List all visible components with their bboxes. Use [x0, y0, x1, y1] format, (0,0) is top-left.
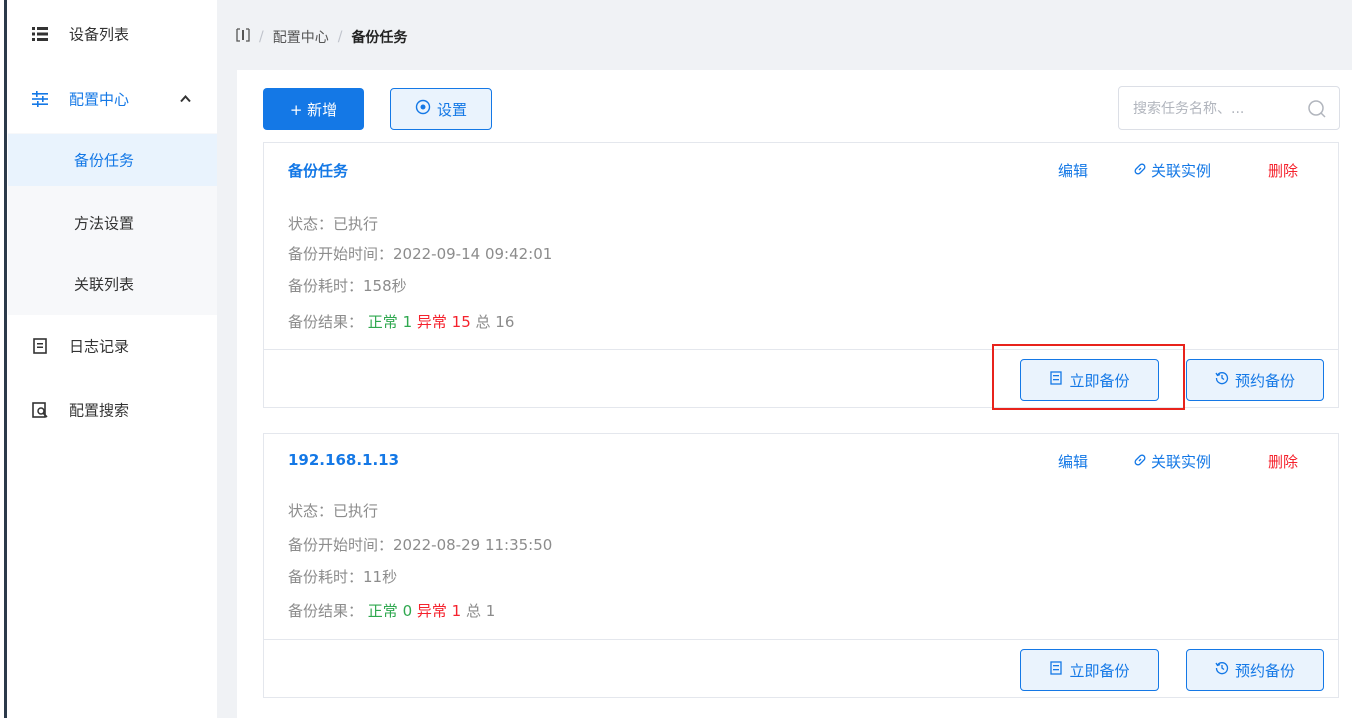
task-title[interactable]: 192.168.1.13 [288, 451, 399, 469]
sidebar-item-method-settings[interactable]: 方法设置 [8, 197, 217, 249]
link-icon [1133, 162, 1147, 180]
sidebar-item-association-list[interactable]: 关联列表 [8, 258, 217, 310]
link-instance-label: 关联实例 [1151, 162, 1212, 180]
link-instance-label: 关联实例 [1151, 453, 1212, 471]
result-abnormal: 异常 1 [416, 602, 462, 620]
sidebar-item-label: 配置中心 [69, 90, 130, 109]
settings-button[interactable]: 设置 [390, 88, 492, 130]
status-text: 状态：已执行 [288, 215, 379, 233]
sidebar-item-device-list[interactable]: 设备列表 [8, 8, 217, 60]
list-icon [32, 26, 48, 42]
search-input[interactable]: 搜索任务名称、... [1118, 86, 1340, 130]
settings-icon [415, 99, 431, 119]
link-instance-link[interactable]: 关联实例 [1133, 451, 1211, 472]
history-icon [1215, 371, 1229, 389]
chevron-up-icon[interactable] [180, 93, 191, 106]
status-text: 状态：已执行 [288, 502, 379, 520]
sidebar-item-label: 关联列表 [74, 275, 135, 294]
backup-now-button[interactable]: 立即备份 [1020, 649, 1159, 691]
schedule-backup-label: 预约备份 [1234, 661, 1295, 680]
breadcrumb: / 配置中心 / 备份任务 [236, 27, 407, 47]
link-instance-link[interactable]: 关联实例 [1133, 160, 1211, 181]
result-label: 备份结果： [288, 313, 364, 331]
breadcrumb-toggle-icon[interactable] [236, 28, 250, 46]
schedule-backup-button[interactable]: 预约备份 [1186, 359, 1324, 401]
backup-now-label: 立即备份 [1069, 661, 1130, 680]
delete-link[interactable]: 删除 [1268, 451, 1298, 472]
history-icon [1215, 661, 1229, 679]
search-icon[interactable] [1307, 99, 1327, 119]
schedule-backup-label: 预约备份 [1234, 371, 1295, 390]
result-normal: 正常 0 [367, 602, 413, 620]
highlight-box [992, 344, 1185, 410]
start-time-text: 备份开始时间：2022-09-14 09:42:01 [288, 245, 553, 263]
sidebar-item-config-search[interactable]: 配置搜索 [8, 384, 217, 436]
sidebar-item-logs[interactable]: 日志记录 [8, 320, 217, 372]
sidebar-item-backup-tasks[interactable]: 备份任务 [8, 134, 217, 186]
duration-text: 备份耗时：11秒 [288, 568, 398, 586]
search-config-icon [32, 402, 48, 418]
edit-link[interactable]: 编辑 [1058, 451, 1088, 472]
result-normal: 正常 1 [367, 313, 413, 331]
sidebar-item-label: 配置搜索 [69, 401, 130, 420]
breadcrumb-parent[interactable]: 配置中心 [273, 27, 329, 47]
log-icon [32, 338, 48, 354]
add-button[interactable]: + 新增 [263, 88, 364, 130]
edit-link[interactable]: 编辑 [1058, 160, 1088, 181]
card-divider [264, 639, 1338, 640]
task-title[interactable]: 备份任务 [288, 160, 348, 181]
sidebar-item-config-center[interactable]: 配置中心 [8, 73, 217, 125]
config-icon [32, 91, 48, 107]
duration-text: 备份耗时：158秒 [288, 277, 407, 295]
start-time-text: 备份开始时间：2022-08-29 11:35:50 [288, 536, 553, 554]
sidebar-item-label: 设备列表 [69, 25, 130, 44]
breadcrumb-current: 备份任务 [351, 30, 408, 46]
add-button-label: + 新增 [289, 100, 338, 119]
search-placeholder: 搜索任务名称、... [1133, 101, 1245, 117]
link-icon [1133, 453, 1147, 471]
result-total: 总 1 [465, 602, 496, 620]
sidebar-item-label: 方法设置 [74, 214, 135, 233]
task-card: 192.168.1.13 编辑 关联实例 删除 状态：已执行 备份开始时间：20… [263, 433, 1339, 698]
result-label: 备份结果： [288, 602, 364, 620]
result-row: 备份结果： 正常 1 异常 15 总 16 [288, 311, 514, 332]
window-edge-line [4, 0, 7, 718]
settings-button-label: 设置 [436, 100, 467, 119]
delete-link[interactable]: 删除 [1268, 160, 1298, 181]
schedule-backup-button[interactable]: 预约备份 [1186, 649, 1324, 691]
sidebar-item-label: 备份任务 [74, 151, 135, 170]
breadcrumb-separator: / [337, 29, 343, 45]
backup-icon [1049, 661, 1063, 679]
sidebar: 设备列表 配置中心 备份任务 方法设置 关联列表 日志记录 配置搜索 [8, 0, 217, 718]
result-abnormal: 异常 15 [416, 313, 471, 331]
result-total: 总 16 [475, 313, 515, 331]
sidebar-item-label: 日志记录 [69, 337, 130, 356]
result-row: 备份结果： 正常 0 异常 1 总 1 [288, 600, 495, 621]
breadcrumb-separator: / [259, 29, 264, 45]
